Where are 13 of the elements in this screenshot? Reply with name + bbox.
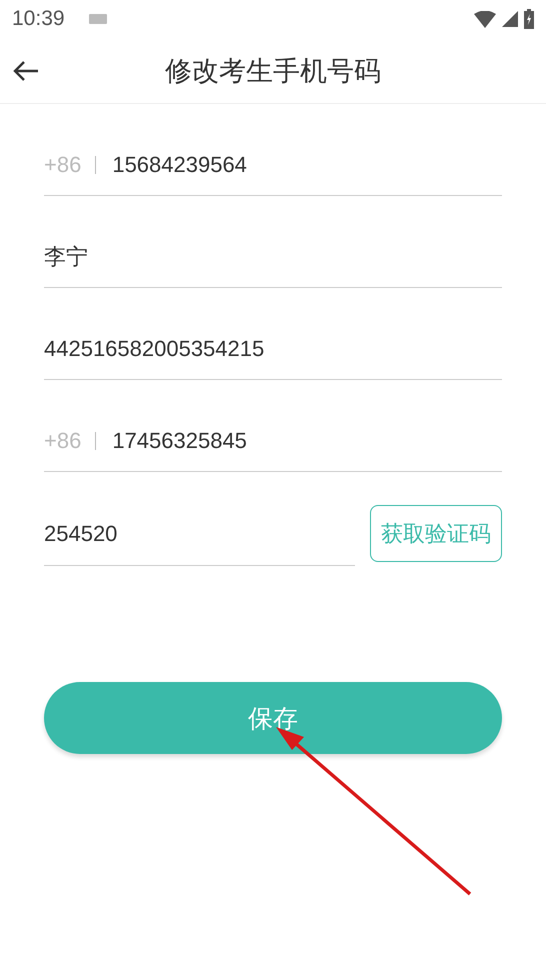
phone-field[interactable]: 17456325845 — [112, 428, 502, 454]
status-time: 10:39 — [12, 7, 65, 31]
keyboard-icon — [88, 14, 107, 24]
code-field[interactable]: 254520 — [44, 520, 355, 546]
phone-field[interactable]: 15684239564 — [112, 152, 502, 178]
battery-icon — [524, 9, 534, 29]
signal-icon — [502, 11, 518, 27]
input-field[interactable]: 李宁 — [44, 244, 502, 270]
wifi-icon — [474, 10, 496, 28]
input-field[interactable]: 442516582005354215 — [44, 336, 502, 362]
country-code: +86 — [44, 428, 82, 454]
country-code: +86 — [44, 152, 82, 178]
page-title: 修改考生手机号码 — [165, 54, 381, 88]
